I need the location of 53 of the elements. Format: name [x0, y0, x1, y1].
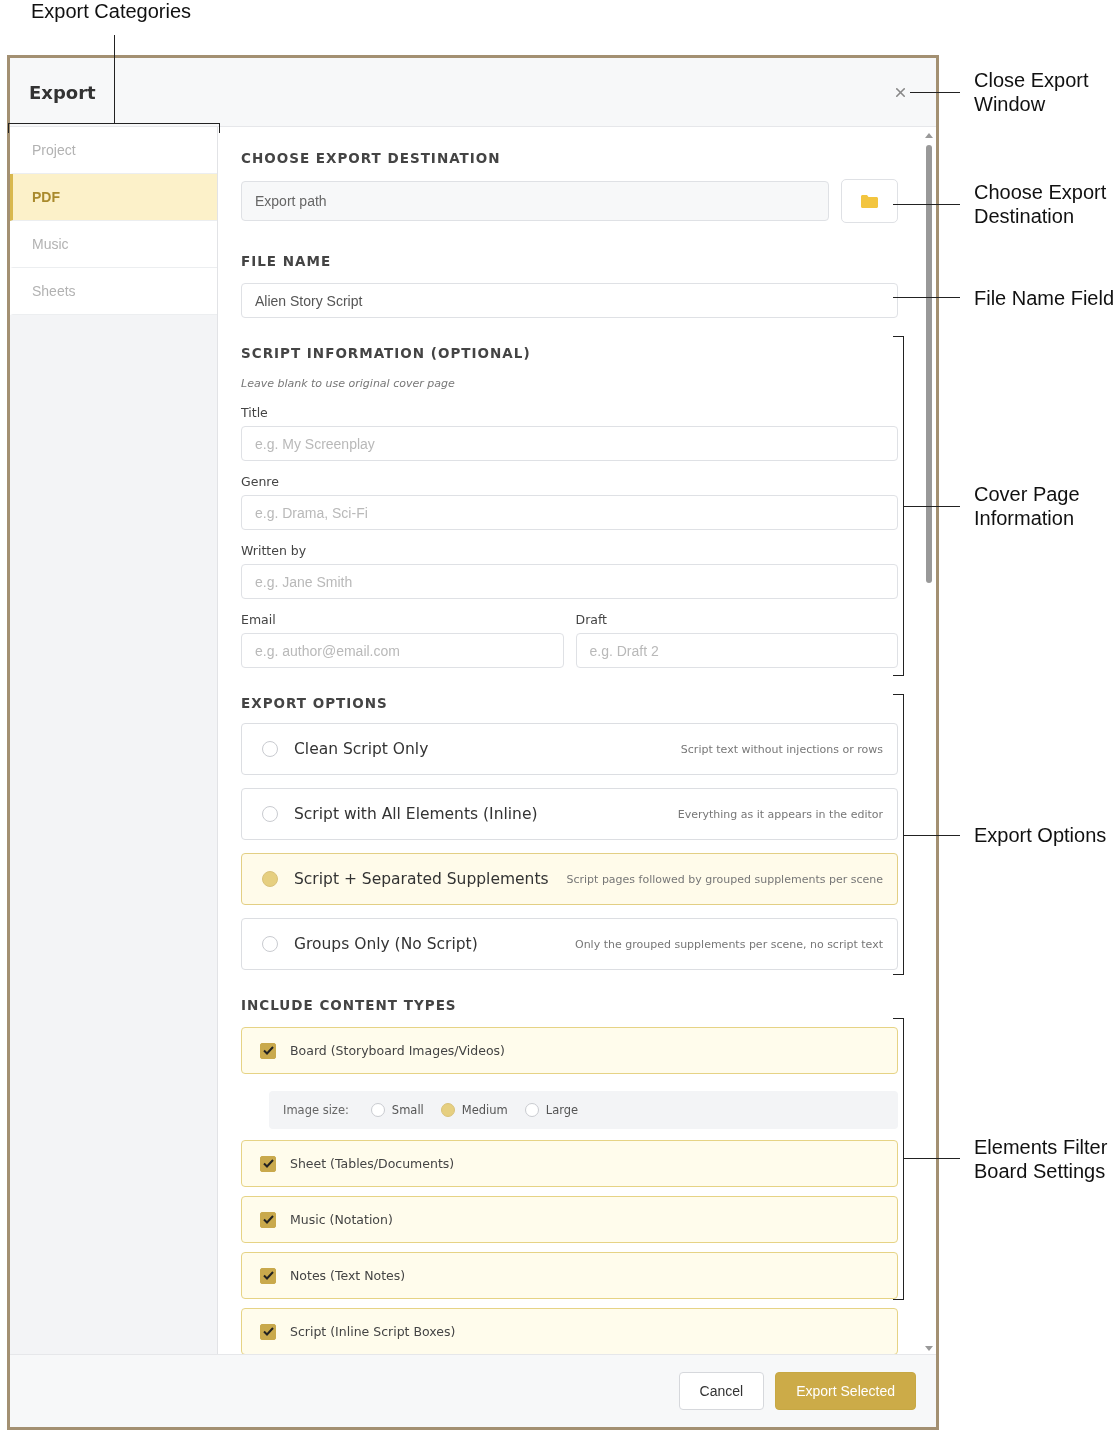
option-label: Music (Notation)	[290, 1212, 393, 1227]
content-type-option[interactable]: Board (Storyboard Images/Videos)	[241, 1027, 898, 1074]
option-label: Clean Script Only	[294, 740, 429, 758]
option-label: Board (Storyboard Images/Videos)	[290, 1043, 505, 1058]
cancel-button[interactable]: Cancel	[678, 1372, 765, 1410]
option-description: Only the grouped supplements per scene, no script text	[574, 937, 883, 951]
option-label: Script with All Elements (Inline)	[294, 805, 538, 823]
callout-label: Choose Export Destination	[974, 180, 1107, 228]
option-description: Everything as it appears in the editor	[677, 807, 883, 821]
field-label: Title	[241, 405, 269, 421]
export-path-field[interactable]: Export path	[241, 181, 829, 221]
image-size-label: Image size:	[283, 1103, 349, 1117]
option-description: Script text without injections or rows	[680, 742, 883, 756]
callout-label: File Name Field	[974, 286, 1115, 310]
option-label: Notes (Text Notes)	[290, 1268, 406, 1283]
callout-label: Close Export Window	[974, 68, 1089, 116]
export-option[interactable]: Script with All Elements (Inline) Everything as it appears in the editor	[241, 788, 898, 840]
content-type-option[interactable]: Notes (Text Notes)	[241, 1252, 898, 1299]
content-type-option[interactable]: Script (Inline Script Boxes)	[241, 1308, 898, 1354]
radio-label: Small	[391, 1103, 424, 1117]
input-field[interactable]: e.g. Draft 2	[575, 633, 898, 668]
field-label: Draft	[575, 612, 608, 628]
section-heading: INCLUDE CONTENT TYPES	[241, 996, 458, 1014]
option-label: Script (Inline Script Boxes)	[290, 1324, 456, 1339]
content-type-option[interactable]: Sheet (Tables/Documents)	[241, 1140, 898, 1187]
section-heading: FILE NAME	[241, 252, 333, 270]
export-option[interactable]: Script + Separated Supplements Script pages followed by grouped supplements per scene	[241, 853, 898, 905]
option-description: Script pages followed by grouped supplements per scene	[566, 872, 883, 886]
field-label: Written by	[241, 543, 308, 559]
section-heading: CHOOSE EXPORT DESTINATION	[241, 149, 502, 167]
callout-label: Elements Filter Board Settings	[974, 1135, 1108, 1183]
radio-label: Medium	[461, 1103, 508, 1117]
section-heading: SCRIPT INFORMATION (OPTIONAL)	[241, 344, 532, 362]
export-option[interactable]: Clean Script Only Script text without injections or rows	[241, 723, 898, 775]
input-field[interactable]: e.g. author@email.com	[241, 633, 564, 668]
export-option[interactable]: Groups Only (No Script) Only the grouped supplements per scene, no script text	[241, 918, 898, 970]
input-field[interactable]: e.g. Jane Smith	[241, 564, 898, 599]
dialog-title: Export	[29, 81, 96, 103]
radio-label: Large	[545, 1103, 579, 1117]
option-label: Script + Separated Supplements	[294, 870, 549, 888]
file-name-field[interactable]: Alien Story Script	[241, 283, 898, 318]
option-label: Groups Only (No Script)	[294, 935, 478, 953]
field-label: Email	[241, 612, 277, 628]
content-type-option[interactable]: Music (Notation)	[241, 1196, 898, 1243]
input-field[interactable]: e.g. Drama, Sci-Fi	[241, 495, 898, 530]
option-label: Sheet (Tables/Documents)	[290, 1156, 455, 1171]
hint-text: Leave blank to use original cover page	[241, 376, 456, 392]
input-field[interactable]: e.g. My Screenplay	[241, 426, 898, 461]
field-label: Genre	[241, 474, 280, 490]
callout-label: Cover Page Information	[974, 482, 1080, 530]
callout-label: Export Options	[974, 823, 1107, 847]
callout-label: Export Categories	[31, 0, 193, 22]
section-heading: EXPORT OPTIONS	[241, 694, 389, 712]
